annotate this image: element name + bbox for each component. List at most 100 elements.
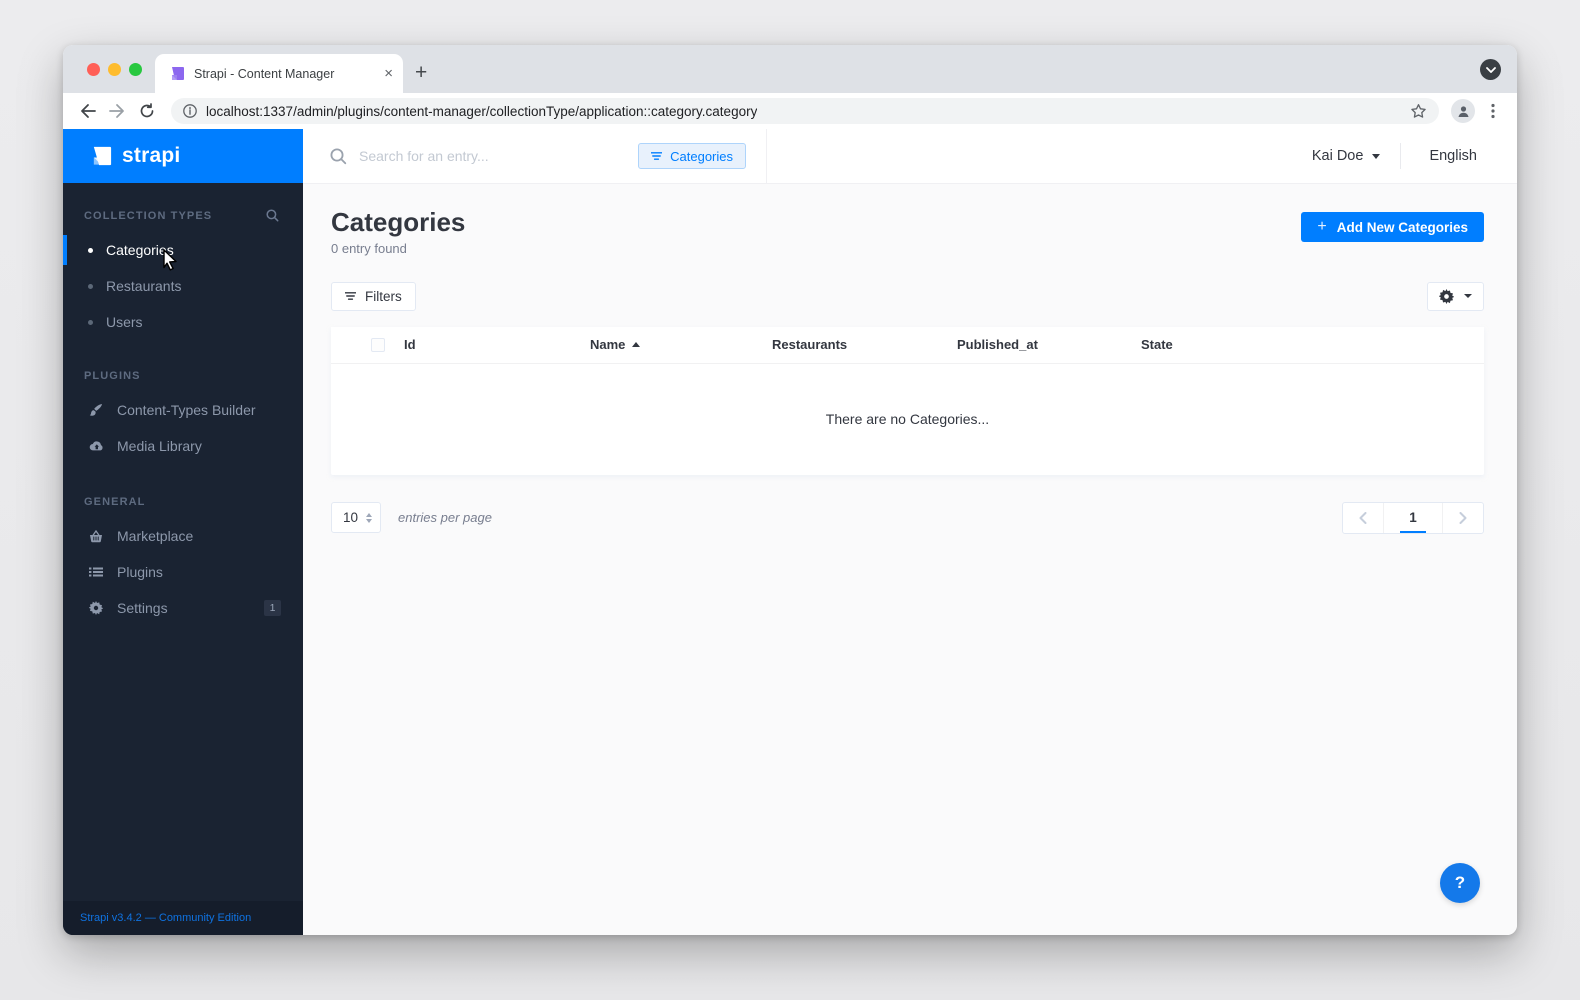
strapi-logo[interactable]: strapi [63,129,303,183]
left-menu: strapi COLLECTION TYPES Categories Resta… [63,129,303,935]
sidebar-item-label: Restaurants [106,278,182,294]
settings-badge: 1 [264,600,281,616]
chip-label: Categories [670,148,733,164]
entries-per-page-value: 10 [343,510,359,526]
content: Categories 0 entry found + Add New Categ… [303,184,1517,935]
chevron-down-icon [1485,66,1496,73]
section-collection-types: COLLECTION TYPES Categories Restaurants … [63,209,303,340]
bookmark-star-icon[interactable] [1410,103,1427,119]
section-label: GENERAL [84,496,146,508]
section-label: COLLECTION TYPES [84,209,213,222]
tab-title: Strapi - Content Manager [194,66,335,81]
column-header-state[interactable]: State [1141,337,1484,352]
browser-tab[interactable]: Strapi - Content Manager × [155,54,403,93]
entries-per-page-select[interactable]: 10 [331,502,381,534]
column-header-id[interactable]: Id [404,337,590,352]
list-icon [88,566,104,578]
version-text: Strapi v3.4.2 — Community Edition [80,912,252,924]
filter-icon [345,291,356,300]
view-settings-button[interactable] [1427,281,1484,311]
cloud-upload-icon [88,440,104,452]
reload-button[interactable] [135,99,159,123]
help-label: ? [1454,873,1466,892]
sidebar-item-media-library[interactable]: Media Library [63,428,303,464]
strapi-favicon-icon [172,66,184,80]
filters-label: Filters [365,288,402,304]
previous-page-button[interactable] [1343,503,1383,533]
sidebar-item-categories[interactable]: Categories [63,232,303,268]
column-header-published-at[interactable]: Published_at [957,337,1141,352]
sidebar-item-label: Media Library [117,438,202,454]
column-header-restaurants[interactable]: Restaurants [772,337,957,352]
sort-asc-icon [632,342,641,348]
empty-state-message: There are no Categories... [825,411,990,428]
sidebar-item-content-types-builder[interactable]: Content-Types Builder [63,392,303,428]
strapi-app: strapi COLLECTION TYPES Categories Resta… [63,129,1517,935]
url-text: localhost:1337/admin/plugins/content-man… [206,103,758,119]
search-zone: Categories [303,129,767,183]
filter-row: Filters [331,281,1484,311]
maximize-window-button[interactable] [129,63,142,76]
entries-per-page-label: entries per page [398,510,492,526]
section-label: PLUGINS [84,370,141,382]
entries-table: Id Name Restaurants Published_at State T… [331,326,1484,475]
sidebar-item-plugins[interactable]: Plugins [63,554,303,590]
sidebar-item-label: Categories [106,242,174,258]
window-controls[interactable] [87,63,142,76]
table-header-row: Id Name Restaurants Published_at State [331,326,1484,364]
version-footer[interactable]: Strapi v3.4.2 — Community Edition [63,901,303,935]
language-selector[interactable]: English [1401,148,1487,164]
sidebar-item-restaurants[interactable]: Restaurants [63,268,303,304]
sidebar-item-marketplace[interactable]: Marketplace [63,518,303,554]
shopping-basket-icon [88,529,104,543]
bullet-icon [88,283,93,289]
new-tab-button[interactable]: + [415,62,427,84]
chevron-right-icon [1459,511,1467,524]
section-general: GENERAL Marketplace Plugins Settings 1 [63,496,303,626]
filters-button[interactable]: Filters [331,281,416,311]
close-window-button[interactable] [87,63,100,76]
search-icon[interactable] [266,209,279,222]
sidebar-item-label: Settings [117,600,168,616]
next-page-button[interactable] [1443,503,1483,533]
sidebar-item-users[interactable]: Users [63,304,303,340]
table-footer: 10 entries per page 1 [331,501,1484,534]
column-header-name[interactable]: Name [590,337,772,352]
add-button-label: Add New Categories [1336,219,1468,235]
paint-brush-icon [88,403,104,417]
add-new-categories-button[interactable]: + Add New Categories [1301,212,1484,242]
logo-text: strapi [122,144,181,167]
user-name: Kai Doe [1311,148,1364,164]
minimize-window-button[interactable] [108,63,121,76]
reload-icon [140,103,154,118]
browser-avatar[interactable] [1451,99,1475,123]
collection-filter-chip[interactable]: Categories [638,143,746,169]
title-row: Categories 0 entry found + Add New Categ… [331,207,1484,256]
help-button[interactable]: ? [1440,863,1480,903]
app-header: Categories Kai Doe English [303,129,1517,184]
sidebar-item-settings[interactable]: Settings 1 [63,590,303,626]
user-icon [1458,105,1468,117]
page-number[interactable]: 1 [1383,502,1443,533]
browser-profile-chevron-button[interactable] [1480,59,1501,80]
search-input[interactable] [359,148,627,164]
strapi-logo-icon [93,146,112,165]
browser-window: Strapi - Content Manager × + localhost:1… [63,45,1517,935]
arrow-right-icon [108,104,124,118]
close-tab-icon[interactable]: × [384,66,393,81]
select-all-checkbox[interactable] [371,337,385,352]
back-button[interactable] [75,99,99,123]
browser-toolbar: localhost:1337/admin/plugins/content-man… [63,93,1517,129]
url-bar[interactable]: localhost:1337/admin/plugins/content-man… [171,98,1439,124]
filter-icon [651,151,663,160]
browser-menu-button[interactable] [1481,99,1505,123]
sidebar-item-label: Marketplace [117,528,194,544]
menu-sections: COLLECTION TYPES Categories Restaurants … [63,183,303,901]
bullet-icon [88,319,93,325]
pagination: 1 [1342,501,1484,534]
gear-icon [88,601,104,615]
search-icon[interactable] [330,148,347,165]
site-info-icon[interactable] [183,104,197,118]
user-menu[interactable]: Kai Doe [1312,148,1401,164]
forward-button[interactable] [105,99,129,123]
